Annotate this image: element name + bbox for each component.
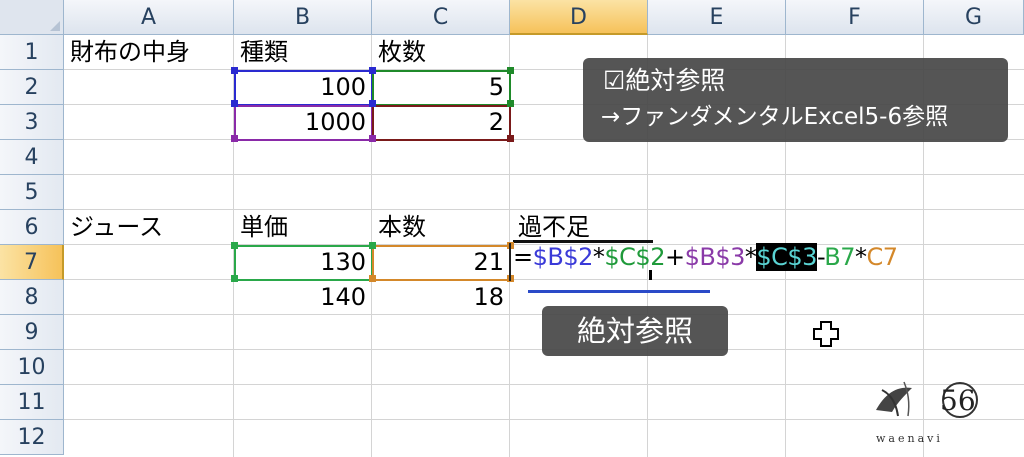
formula-token: * — [592, 243, 605, 271]
formula-token: + — [664, 243, 685, 271]
formula-underline — [528, 290, 710, 293]
cell-a1[interactable]: 財布の中身 — [66, 35, 194, 70]
row-header-7[interactable]: 7 — [0, 245, 64, 280]
select-all-icon — [50, 21, 60, 31]
formula-token: * — [744, 243, 757, 271]
reference-box-c7[interactable] — [372, 245, 511, 281]
formula-token: * — [854, 243, 867, 271]
formula-token: $B$2 — [532, 243, 594, 271]
cell-c8[interactable]: 18 — [372, 280, 510, 315]
column-header-f[interactable]: F — [786, 0, 924, 35]
column-header-e[interactable]: E — [648, 0, 786, 35]
column-header-g[interactable]: G — [924, 0, 1024, 35]
column-header-a[interactable]: A — [64, 0, 234, 35]
resize-handle[interactable] — [507, 135, 514, 142]
cell-b8[interactable]: 140 — [234, 280, 372, 315]
waenavi-logo-icon: 56 — [876, 381, 978, 418]
resize-handle[interactable] — [507, 100, 514, 107]
note-line-1: ☑絶対参照 — [603, 66, 726, 95]
logo-text: waenavi — [876, 432, 943, 445]
select-all-corner[interactable] — [0, 0, 64, 35]
note-line-2: →ファンダメンタルExcel5-6参照 — [601, 104, 949, 130]
reference-box-b7[interactable] — [234, 245, 373, 281]
formula-token: = — [513, 243, 533, 271]
row-header-10[interactable]: 10 — [0, 350, 64, 385]
cross-cursor-icon — [813, 321, 839, 347]
caption-absolute-reference: 絶対参照 — [542, 306, 728, 356]
reference-note: ☑絶対参照 →ファンダメンタルExcel5-6参照 — [583, 58, 1008, 142]
row-header-6[interactable]: 6 — [0, 210, 64, 245]
resize-handle[interactable] — [369, 275, 376, 282]
reference-box-c3[interactable] — [372, 105, 511, 141]
row-header-9[interactable]: 9 — [0, 315, 64, 350]
resize-handle[interactable] — [369, 242, 376, 249]
column-header-b[interactable]: B — [234, 0, 372, 35]
gridline — [64, 174, 1024, 175]
resize-handle[interactable] — [231, 135, 238, 142]
formula-token: B7 — [824, 243, 855, 271]
cell-c1[interactable]: 枚数 — [374, 35, 430, 70]
resize-handle[interactable] — [231, 275, 238, 282]
row-header-4[interactable]: 4 — [0, 140, 64, 175]
reference-box-c2[interactable] — [372, 70, 511, 106]
resize-handle[interactable] — [231, 67, 238, 74]
row-header-2[interactable]: 2 — [0, 70, 64, 105]
svg-text:56: 56 — [940, 384, 976, 417]
formula-token: $C$2 — [604, 243, 665, 271]
row-header-11[interactable]: 11 — [0, 385, 64, 420]
column-header-d[interactable]: D — [510, 0, 648, 35]
resize-handle[interactable] — [507, 67, 514, 74]
row-header-12[interactable]: 12 — [0, 420, 64, 455]
column-header-c[interactable]: C — [372, 0, 510, 35]
reference-box-b2[interactable] — [234, 70, 373, 106]
cell-b6[interactable]: 単価 — [236, 210, 292, 245]
resize-handle[interactable] — [369, 100, 376, 107]
resize-handle[interactable] — [369, 67, 376, 74]
resize-handle[interactable] — [369, 135, 376, 142]
cell-a6[interactable]: ジュース — [66, 210, 167, 245]
cell-c6[interactable]: 本数 — [374, 210, 430, 245]
formula-token: $C$3 — [756, 243, 817, 271]
caption-text: 絶対参照 — [576, 314, 693, 348]
text-cursor — [649, 270, 652, 280]
reference-box-b3[interactable] — [234, 105, 373, 141]
resize-handle[interactable] — [231, 242, 238, 249]
formula-token: $B$3 — [684, 243, 746, 271]
row-header-3[interactable]: 3 — [0, 105, 64, 140]
row-header-5[interactable]: 5 — [0, 175, 64, 210]
cell-b1[interactable]: 種類 — [236, 35, 292, 70]
cell-d7-formula[interactable]: =$B$2*$C$2+$B$3*$C$3-B7*C7 — [513, 240, 898, 275]
formula-token: C7 — [866, 243, 898, 271]
row-header-1[interactable]: 1 — [0, 35, 64, 70]
resize-handle[interactable] — [231, 100, 238, 107]
spreadsheet: A B C D E F G 1 2 3 4 5 6 7 8 9 10 11 12… — [0, 0, 1024, 457]
active-cell-edge — [509, 243, 511, 281]
gridline — [64, 279, 1024, 280]
row-header-8[interactable]: 8 — [0, 280, 64, 315]
